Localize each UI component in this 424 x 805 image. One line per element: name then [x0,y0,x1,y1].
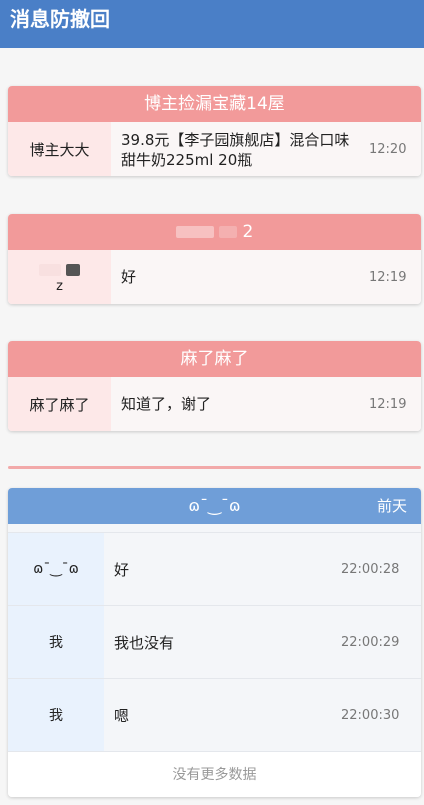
message-text: 好 [111,250,369,304]
spacer [8,524,421,532]
message-row[interactable]: 我 嗯 22:00:30 [8,678,421,751]
message-time: 12:20 [369,122,421,176]
message-text: 嗯 [104,679,341,751]
app-title: 消息防撤回 [10,7,110,31]
chat-card[interactable]: 博主捡漏宝藏14屋 博主大大 39.8元【李子园旗舰店】混合口味甜牛奶225ml… [8,86,421,176]
message-row[interactable]: ɷ¯‿¯ɷ 好 22:00:28 [8,532,421,605]
message-sender: 麻了麻了 [8,377,111,431]
message-row[interactable]: 我 我也没有 22:00:29 [8,605,421,678]
chat-card-blue[interactable]: ɷ¯‿¯ɷ 前天 ɷ¯‿¯ɷ 好 22:00:28 我 我也没有 22:00:2… [8,488,421,797]
message-sender: 我 [8,606,104,678]
message-text: 我也没有 [104,606,341,678]
chat-card-header-text: ɷ¯‿¯ɷ [188,496,241,515]
blurred-name [175,226,214,238]
chat-date: 前天 [376,497,407,515]
message-time: 22:00:28 [341,533,421,605]
message-text: 好 [104,533,341,605]
chat-card[interactable]: 2 z 好 12:19 [8,214,421,304]
message-row[interactable]: 麻了麻了 知道了，谢了 12:19 [8,377,421,431]
message-time: 12:19 [369,250,421,304]
message-sender-text: z [56,278,63,294]
message-time: 22:00:30 [341,679,421,751]
message-time: 22:00:29 [341,606,421,678]
chat-card[interactable]: 麻了麻了 麻了麻了 知道了，谢了 12:19 [8,341,421,431]
chat-card-header-text: 2 [242,222,254,242]
message-time: 12:19 [369,377,421,431]
blurred-sender [39,261,80,279]
chat-card-header: 2 [8,214,421,250]
message-sender: 我 [8,679,104,751]
divider [8,466,421,469]
chat-card-header: 麻了麻了 [8,341,421,377]
app-title-bar: 消息防撤回 [0,0,424,48]
message-sender: z [8,250,111,304]
message-row[interactable]: 博主大大 39.8元【李子园旗舰店】混合口味甜牛奶225ml 20瓶 12:20 [8,122,421,176]
message-text: 知道了，谢了 [111,377,369,431]
message-sender: ɷ¯‿¯ɷ [8,533,104,605]
blurred-name [219,226,238,238]
no-more-data: 没有更多数据 [8,751,421,797]
message-row[interactable]: z 好 12:19 [8,250,421,304]
chat-card-header: ɷ¯‿¯ɷ 前天 [8,488,421,524]
message-sender: 博主大大 [8,122,111,176]
chat-card-header: 博主捡漏宝藏14屋 [8,86,421,122]
message-text: 39.8元【李子园旗舰店】混合口味甜牛奶225ml 20瓶 [111,122,369,176]
